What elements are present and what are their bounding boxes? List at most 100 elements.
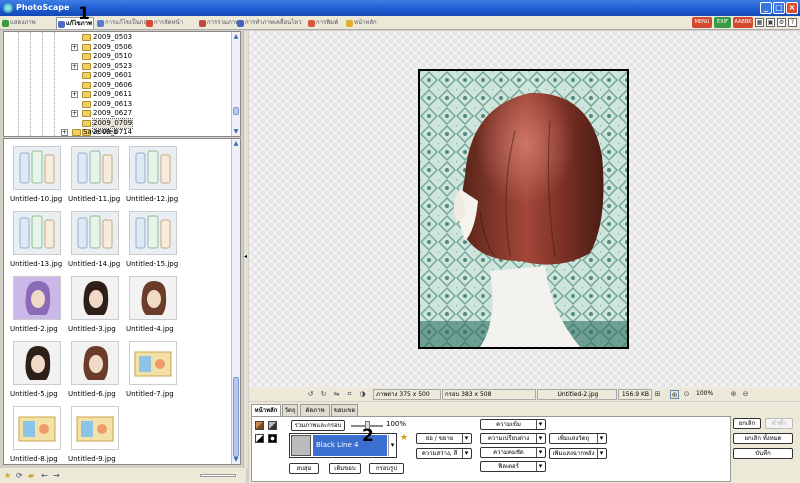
undo-button[interactable]: ยกเลิก	[733, 418, 761, 429]
tool-button[interactable]: AABBK	[733, 17, 753, 28]
thumbnail-item[interactable]: Untitled-3.jpg	[68, 276, 122, 336]
resize-dropdown[interactable]: ย่อ / ขยาย	[416, 433, 472, 444]
flip-icon[interactable]: ⇋	[332, 390, 341, 399]
close-button[interactable]: ×	[786, 2, 798, 14]
scroll-down-icon[interactable]: ▼	[232, 127, 240, 136]
maximize-button[interactable]: □	[773, 2, 785, 14]
sharpness-dropdown[interactable]: ความเข้ม	[480, 419, 546, 430]
object-light-dropdown[interactable]: เพิ่มแสงวัตถุ	[549, 433, 607, 444]
brightness-color-dropdown[interactable]: ความสว่าง, สี	[416, 448, 472, 459]
favorite-star-icon[interactable]: ★	[400, 433, 408, 443]
back-icon[interactable]: ←	[41, 471, 50, 480]
thumbnail-item[interactable]: Untitled-5.jpg	[10, 341, 64, 401]
thumbnail-item[interactable]: Untitled-8.jpg	[10, 406, 64, 464]
forward-icon[interactable]: →	[53, 471, 62, 480]
crop-icon[interactable]: ⌗	[345, 390, 354, 399]
thumbnail-item[interactable]: Untitled-15.jpg	[126, 211, 180, 271]
tab-7[interactable]: หน้าหลัก	[345, 17, 385, 29]
thumbnail-item[interactable]: Untitled-11.jpg	[68, 146, 122, 206]
scroll-up-icon[interactable]: ▲	[232, 32, 240, 41]
thumbnail-image[interactable]	[13, 341, 61, 385]
thumbnail-item[interactable]: Untitled-2.jpg	[10, 276, 64, 336]
filter-dropdown[interactable]: ฟิลเตอร์	[480, 461, 546, 472]
expand-icon[interactable]: +	[71, 43, 78, 51]
tab-3[interactable]: การจัดหน้า	[145, 17, 197, 29]
thumbnail-item[interactable]: Untitled-10.jpg	[10, 146, 64, 206]
thumbnail-image[interactable]	[71, 146, 119, 190]
original-button[interactable]: ลบสุม	[289, 463, 319, 474]
zoom-in-icon[interactable]: ⊕	[729, 390, 738, 399]
thumbnail-image[interactable]	[71, 341, 119, 385]
thumbnail-image[interactable]	[129, 341, 177, 385]
tab-5[interactable]: การทำภาพเคลื่อนไหว	[236, 17, 306, 29]
chevron-down-icon[interactable]: ▾	[388, 435, 396, 456]
thumbnail-image[interactable]	[71, 406, 119, 450]
add-border-button[interactable]: เติมขอบ	[329, 463, 361, 474]
thumbnail-item[interactable]: Untitled-7.jpg	[126, 341, 180, 401]
frame-button[interactable]: รวมภาพและกรอบ	[291, 420, 345, 431]
scroll-up-icon[interactable]: ▲	[232, 139, 240, 148]
tab-region[interactable]: ขอบเขต	[331, 404, 358, 416]
thumbnail-image[interactable]	[129, 276, 177, 320]
layout-icon[interactable]: ▣	[766, 18, 775, 27]
thumbnail-item[interactable]: Untitled-14.jpg	[68, 211, 122, 271]
grid-icon[interactable]: ▦	[755, 18, 764, 27]
frame-gray-icon[interactable]	[268, 421, 277, 430]
redo-button[interactable]: ทำซ้ำ	[765, 418, 793, 429]
tab-6[interactable]: การพิมพ์	[307, 17, 345, 29]
scroll-thumb[interactable]	[233, 107, 239, 115]
settings-icon[interactable]: ⚙	[777, 18, 786, 27]
clarity-dropdown[interactable]: ความคมชัด	[480, 447, 546, 458]
frame-photo-button[interactable]: กรอบรูป	[369, 463, 404, 474]
thumbnail-image[interactable]	[129, 211, 177, 255]
contrast-dropdown[interactable]: ความเปรียบต่าง	[480, 433, 546, 444]
tab-object[interactable]: วัตถุ	[282, 404, 298, 416]
thumbnail-image[interactable]	[13, 211, 61, 255]
tab-2[interactable]: การแก้ไขเป็นกลุ่ม	[96, 17, 151, 29]
thumbnail-item[interactable]: Untitled-12.jpg	[126, 146, 180, 206]
thumbnail-item[interactable]: Untitled-4.jpg	[126, 276, 180, 336]
bw-icon[interactable]	[255, 434, 264, 443]
minimize-button[interactable]: _	[760, 2, 772, 14]
rotate-left-icon[interactable]: ↺	[306, 390, 315, 399]
thumbnail-image[interactable]	[13, 406, 61, 450]
help-icon[interactable]: ?	[788, 18, 797, 27]
tab-crop[interactable]: ตัดภาพ	[300, 404, 330, 416]
exif-button[interactable]: EXIF	[714, 17, 731, 28]
edited-photo[interactable]	[418, 69, 629, 349]
panel-splitter[interactable]: ◂	[243, 31, 248, 468]
zoom-actual-icon[interactable]: ⊙	[682, 390, 691, 399]
fit-icon[interactable]: ⊞	[653, 390, 662, 399]
tab-4[interactable]: การรวมภาพ	[198, 17, 239, 29]
zoom-out-icon[interactable]: ⊖	[741, 390, 750, 399]
tab-0[interactable]: แสดงภาพ	[1, 17, 55, 29]
tab-home[interactable]: หน้าหลัก	[251, 404, 281, 416]
frame-color-icon[interactable]	[255, 421, 264, 430]
thumbnail-image[interactable]	[71, 211, 119, 255]
background-light-dropdown[interactable]: เพิ่มแสงฉากหลัง	[549, 448, 607, 459]
browser-scrollbar[interactable]: ▲ ▼	[231, 139, 240, 464]
rotate-icon[interactable]: ⟳	[16, 471, 25, 480]
thumbnail-item[interactable]: Untitled-6.jpg	[68, 341, 122, 401]
folder-icon[interactable]: ▰	[28, 471, 37, 480]
thumbnail-item[interactable]: Untitled-9.jpg	[68, 406, 122, 464]
expand-icon[interactable]: +	[71, 91, 78, 98]
compare-icon[interactable]: ◑	[358, 390, 367, 399]
scroll-down-icon[interactable]: ▼	[232, 455, 240, 464]
undo-all-button[interactable]: ยกเลิก ทั้งหมด	[733, 433, 793, 444]
save-button[interactable]: บันทึก	[733, 448, 793, 459]
expand-icon[interactable]: +	[71, 110, 78, 117]
thumbnail-image[interactable]	[71, 276, 119, 320]
star-icon[interactable]: ★	[4, 471, 13, 480]
frame-select[interactable]: Black Line 4 ▾	[289, 433, 397, 458]
expand-icon[interactable]: +	[61, 129, 68, 136]
menu-button[interactable]: MENU	[692, 17, 712, 28]
thumbnail-image[interactable]	[13, 276, 61, 320]
thumb-size-slider[interactable]	[200, 474, 236, 477]
tree-scrollbar[interactable]: ▲ ▼	[231, 32, 240, 136]
thumbnail-item[interactable]: Untitled-13.jpg	[10, 211, 64, 271]
vignette-icon[interactable]	[268, 434, 277, 443]
thumbnail-image[interactable]	[129, 146, 177, 190]
rotate-right-icon[interactable]: ↻	[319, 390, 328, 399]
zoom-fit-icon[interactable]: ⊕	[670, 390, 679, 399]
